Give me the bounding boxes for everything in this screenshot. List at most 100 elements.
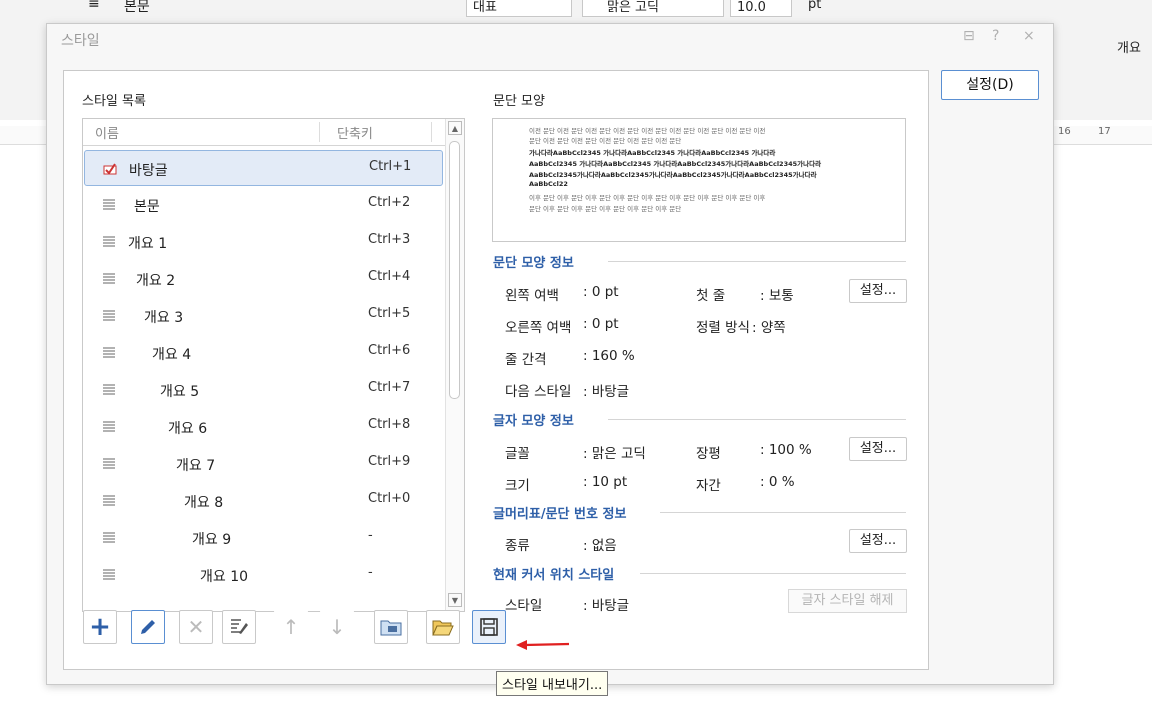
unset-char-style-button[interactable]: 글자 스타일 해제 [788, 589, 907, 613]
paragraph-lines-icon [102, 236, 116, 248]
preview-line: AaBbCcl2345 가나다라AaBbCcl2345 가나다라AaBbCcl2… [529, 160, 822, 168]
move-down-button[interactable]: ↓ [320, 610, 354, 644]
move-up-button[interactable]: ↑ [274, 610, 308, 644]
preview-line: 이후 문단 이후 문단 이후 문단 이후 문단 이후 문단 이후 문단 이후 문… [529, 194, 766, 202]
style-list[interactable]: 이름 단축키 바탕글 Ctrl+1 본문 Ctrl+2 개요 1 Ctrl+3 개요 2 Ct… [82, 118, 465, 612]
style-list-label: 스타일 목록 [82, 94, 146, 109]
style-name: 본문 [134, 199, 160, 215]
size-value: : 10 pt [583, 474, 628, 490]
scroll-up-icon[interactable]: ▲ [448, 121, 462, 135]
preview-line: 가나다라AaBbCcl2345 가나다라AaBbCcl2345 가나다라AaBb… [529, 149, 776, 157]
style-shortcut: - [368, 528, 373, 543]
style-list-row[interactable]: 본문 Ctrl+2 [84, 187, 443, 223]
right-margin-value: : 0 pt [583, 316, 619, 332]
replace-style-button[interactable] [222, 610, 256, 644]
paragraph-lines-icon [102, 421, 116, 433]
divider [660, 512, 906, 513]
style-list-row[interactable]: 개요 2 Ctrl+4 [84, 261, 443, 297]
style-combo[interactable]: 대표 [466, 0, 572, 17]
style-name: 개요 7 [176, 458, 216, 474]
bullet-settings-button[interactable]: 설정... [849, 529, 907, 553]
para-style-value[interactable]: 본문 [124, 0, 150, 16]
cursor-info-title: 현재 커서 위치 스타일 [493, 568, 615, 583]
paragraph-lines-icon [102, 310, 116, 322]
line-spacing-label: 줄 간격 [505, 352, 547, 368]
spacing-value: : 0 % [760, 474, 795, 490]
style-name: 개요 6 [168, 421, 208, 437]
import-style-button[interactable] [374, 610, 408, 644]
size-label: 크기 [505, 478, 530, 494]
unit-combo[interactable]: pt [808, 0, 821, 12]
open-folder-button[interactable] [426, 610, 460, 644]
edit-style-button[interactable] [131, 610, 165, 644]
pencil-icon [141, 620, 155, 634]
folder-style-icon [380, 620, 402, 636]
char-settings-button[interactable]: 설정... [849, 437, 907, 461]
scroll-thumb[interactable] [449, 141, 460, 399]
add-style-button[interactable]: + [83, 610, 117, 644]
font-combo[interactable]: 맑은 고딕 [582, 0, 724, 17]
style-list-row[interactable]: 개요 9 - [84, 520, 443, 556]
align-label: 정렬 방식 [696, 320, 750, 336]
style-list-row[interactable]: 개요 4 Ctrl+6 [84, 335, 443, 371]
divider [640, 573, 906, 574]
column-name-header[interactable]: 이름 [95, 123, 119, 142]
style-shortcut: Ctrl+8 [368, 417, 411, 432]
first-line-value: : 보통 [760, 288, 794, 304]
style-shortcut: Ctrl+7 [368, 380, 411, 395]
next-style-value: : 바탕글 [583, 384, 630, 400]
style-list-row[interactable]: 개요 3 Ctrl+5 [84, 298, 443, 334]
list-scrollbar[interactable]: ▲ ▼ [445, 119, 464, 611]
compact-icon[interactable]: ⊟ [963, 28, 975, 44]
paragraph-lines-icon [102, 273, 116, 285]
cursor-style-label: 스타일 [505, 598, 543, 614]
help-icon[interactable]: ? [992, 28, 999, 44]
style-shortcut: Ctrl+5 [368, 306, 411, 321]
line-spacing-value: : 160 % [583, 348, 635, 364]
style-list-row[interactable]: 개요 6 Ctrl+8 [84, 409, 443, 445]
bullet-info-title: 글머리표/문단 번호 정보 [493, 507, 627, 522]
arrow-up-icon: ↑ [282, 615, 300, 639]
outline-label[interactable]: 개요 [1117, 37, 1141, 56]
export-style-button[interactable] [472, 610, 506, 644]
paragraph-lines-icon [102, 199, 116, 211]
preview-line: AaBbCcl2345가나다라AaBbCcl2345가나다라AaBbCcl234… [529, 171, 817, 179]
style-list-row[interactable]: 개요 10 - [84, 557, 443, 593]
close-icon[interactable]: × [1023, 28, 1035, 44]
style-shortcut: Ctrl+3 [368, 232, 411, 247]
style-list-row[interactable]: 개요 8 Ctrl+0 [84, 483, 443, 519]
dialog-title: 스타일 [61, 33, 100, 49]
style-name: 개요 5 [160, 384, 200, 400]
paragraph-lines-icon [102, 347, 116, 359]
style-shortcut: Ctrl+9 [368, 454, 411, 469]
font-value: : 맑은 고딕 [583, 446, 646, 462]
width-value: : 100 % [760, 442, 812, 458]
style-name: 개요 1 [128, 236, 168, 252]
style-shortcut: Ctrl+6 [368, 343, 411, 358]
align-value: : 양쪽 [752, 320, 786, 336]
para-info-title: 문단 모양 정보 [493, 256, 574, 271]
list-header: 이름 단축키 [83, 119, 445, 146]
column-shortcut-header[interactable]: 단축키 [337, 123, 373, 142]
style-list-row[interactable]: 개요 5 Ctrl+7 [84, 372, 443, 408]
save-disk-icon [480, 618, 498, 636]
bullet-type-label: 종류 [505, 538, 530, 554]
style-name: 개요 8 [184, 495, 224, 511]
para-settings-button[interactable]: 설정... [849, 279, 907, 303]
style-list-row[interactable]: 바탕글 Ctrl+1 [84, 150, 443, 186]
style-list-row[interactable]: 개요 1 Ctrl+3 [84, 224, 443, 260]
size-input[interactable]: 10.0 [730, 0, 792, 17]
style-list-row[interactable]: 개요 7 Ctrl+9 [84, 446, 443, 482]
scroll-down-icon[interactable]: ▼ [448, 593, 462, 607]
open-folder-icon [432, 620, 454, 636]
char-info-title: 글자 모양 정보 [493, 414, 574, 429]
cursor-style-value: : 바탕글 [583, 598, 630, 614]
style-name: 개요 4 [152, 347, 192, 363]
bullet-type-value: : 없음 [583, 538, 617, 554]
paragraph-lines-icon [102, 569, 116, 581]
ruler-mark: 17 [1098, 126, 1111, 137]
settings-button[interactable]: 설정(D) [941, 70, 1039, 100]
style-shortcut: - [368, 565, 373, 580]
delete-style-button[interactable]: ✕ [179, 610, 213, 644]
plus-icon: + [89, 612, 111, 642]
